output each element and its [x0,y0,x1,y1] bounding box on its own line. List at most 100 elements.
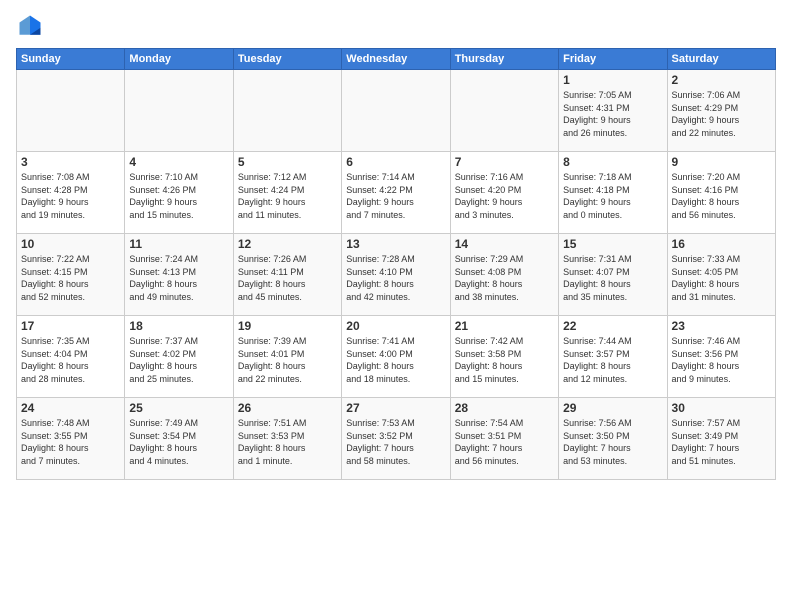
day-number: 13 [346,237,445,251]
day-number: 6 [346,155,445,169]
calendar-cell: 29 Sunrise: 7:56 AM Sunset: 3:50 PM Dayli… [559,398,667,480]
week-row: 1Sunrise: 7:05 AM Sunset: 4:31 PM Daylig… [17,70,776,152]
week-row: 10Sunrise: 7:22 AM Sunset: 4:15 PM Dayli… [17,234,776,316]
day-number: 7 [455,155,554,169]
calendar-cell: 17 Sunrise: 7:35 AM Sunset: 4:04 PM Dayli… [17,316,125,398]
calendar-cell: 28Sunrise: 7:54 AM Sunset: 3:51 PM Dayli… [450,398,558,480]
day-number: 5 [238,155,337,169]
calendar-cell: 20 Sunrise: 7:41 AM Sunset: 4:00 PM Dayli… [342,316,450,398]
calendar-cell: 15 Sunrise: 7:31 AM Sunset: 4:07 PM Dayli… [559,234,667,316]
day-info: Sunrise: 7:24 AM Sunset: 4:13 PM Dayligh… [129,253,228,303]
weekday-header-sunday: Sunday [17,49,125,70]
day-info: Sunrise: 7:56 AM Sunset: 3:50 PM Dayligh… [563,417,662,467]
calendar-cell: 3 Sunrise: 7:08 AM Sunset: 4:28 PM Daylig… [17,152,125,234]
day-number: 14 [455,237,554,251]
day-info: Sunrise: 7:35 AM Sunset: 4:04 PM Dayligh… [21,335,120,385]
calendar-cell: 30 Sunrise: 7:57 AM Sunset: 3:49 PM Dayli… [667,398,775,480]
day-number: 30 [672,401,771,415]
weekday-header-friday: Friday [559,49,667,70]
day-info: Sunrise: 7:41 AM Sunset: 4:00 PM Dayligh… [346,335,445,385]
day-number: 25 [129,401,228,415]
weekday-header-saturday: Saturday [667,49,775,70]
calendar-cell: 7 Sunrise: 7:16 AM Sunset: 4:20 PM Daylig… [450,152,558,234]
day-info: Sunrise: 7:37 AM Sunset: 4:02 PM Dayligh… [129,335,228,385]
week-row: 3 Sunrise: 7:08 AM Sunset: 4:28 PM Daylig… [17,152,776,234]
calendar-cell: 25 Sunrise: 7:49 AM Sunset: 3:54 PM Dayli… [125,398,233,480]
calendar-body: 1Sunrise: 7:05 AM Sunset: 4:31 PM Daylig… [17,70,776,480]
day-number: 22 [563,319,662,333]
calendar-cell: 5 Sunrise: 7:12 AM Sunset: 4:24 PM Daylig… [233,152,341,234]
day-number: 15 [563,237,662,251]
weekday-row: SundayMondayTuesdayWednesdayThursdayFrid… [17,49,776,70]
day-info: Sunrise: 7:26 AM Sunset: 4:11 PM Dayligh… [238,253,337,303]
day-info: Sunrise: 7:39 AM Sunset: 4:01 PM Dayligh… [238,335,337,385]
day-info: Sunrise: 7:54 AM Sunset: 3:51 PM Dayligh… [455,417,554,467]
calendar-cell: 18 Sunrise: 7:37 AM Sunset: 4:02 PM Dayli… [125,316,233,398]
calendar-cell [17,70,125,152]
day-info: Sunrise: 7:06 AM Sunset: 4:29 PM Dayligh… [672,89,771,139]
weekday-header-thursday: Thursday [450,49,558,70]
day-info: Sunrise: 7:33 AM Sunset: 4:05 PM Dayligh… [672,253,771,303]
day-info: Sunrise: 7:20 AM Sunset: 4:16 PM Dayligh… [672,171,771,221]
day-number: 20 [346,319,445,333]
day-info: Sunrise: 7:14 AM Sunset: 4:22 PM Dayligh… [346,171,445,221]
calendar-cell: 14 Sunrise: 7:29 AM Sunset: 4:08 PM Dayli… [450,234,558,316]
calendar-cell: 27 Sunrise: 7:53 AM Sunset: 3:52 PM Dayli… [342,398,450,480]
calendar-cell [125,70,233,152]
day-number: 18 [129,319,228,333]
calendar-cell: 6 Sunrise: 7:14 AM Sunset: 4:22 PM Daylig… [342,152,450,234]
day-number: 19 [238,319,337,333]
day-number: 2 [672,73,771,87]
day-info: Sunrise: 7:16 AM Sunset: 4:20 PM Dayligh… [455,171,554,221]
day-number: 23 [672,319,771,333]
day-info: Sunrise: 7:42 AM Sunset: 3:58 PM Dayligh… [455,335,554,385]
day-info: Sunrise: 7:57 AM Sunset: 3:49 PM Dayligh… [672,417,771,467]
calendar-cell: 23 Sunrise: 7:46 AM Sunset: 3:56 PM Dayli… [667,316,775,398]
day-number: 9 [672,155,771,169]
day-number: 16 [672,237,771,251]
day-info: Sunrise: 7:51 AM Sunset: 3:53 PM Dayligh… [238,417,337,467]
day-info: Sunrise: 7:44 AM Sunset: 3:57 PM Dayligh… [563,335,662,385]
calendar-cell: 19 Sunrise: 7:39 AM Sunset: 4:01 PM Dayli… [233,316,341,398]
calendar-cell: 9 Sunrise: 7:20 AM Sunset: 4:16 PM Daylig… [667,152,775,234]
week-row: 24Sunrise: 7:48 AM Sunset: 3:55 PM Dayli… [17,398,776,480]
day-info: Sunrise: 7:08 AM Sunset: 4:28 PM Dayligh… [21,171,120,221]
calendar-cell: 12Sunrise: 7:26 AM Sunset: 4:11 PM Dayli… [233,234,341,316]
calendar-cell: 26Sunrise: 7:51 AM Sunset: 3:53 PM Dayli… [233,398,341,480]
calendar-cell: 1Sunrise: 7:05 AM Sunset: 4:31 PM Daylig… [559,70,667,152]
day-number: 1 [563,73,662,87]
day-number: 21 [455,319,554,333]
day-number: 29 [563,401,662,415]
day-info: Sunrise: 7:10 AM Sunset: 4:26 PM Dayligh… [129,171,228,221]
day-number: 8 [563,155,662,169]
calendar-header: SundayMondayTuesdayWednesdayThursdayFrid… [17,49,776,70]
day-info: Sunrise: 7:46 AM Sunset: 3:56 PM Dayligh… [672,335,771,385]
calendar-cell: 11Sunrise: 7:24 AM Sunset: 4:13 PM Dayli… [125,234,233,316]
day-info: Sunrise: 7:31 AM Sunset: 4:07 PM Dayligh… [563,253,662,303]
day-number: 27 [346,401,445,415]
weekday-header-tuesday: Tuesday [233,49,341,70]
calendar-cell: 16 Sunrise: 7:33 AM Sunset: 4:05 PM Dayli… [667,234,775,316]
calendar-cell [342,70,450,152]
calendar-cell: 10Sunrise: 7:22 AM Sunset: 4:15 PM Dayli… [17,234,125,316]
calendar-cell [450,70,558,152]
calendar-cell: 8 Sunrise: 7:18 AM Sunset: 4:18 PM Daylig… [559,152,667,234]
day-info: Sunrise: 7:18 AM Sunset: 4:18 PM Dayligh… [563,171,662,221]
day-number: 17 [21,319,120,333]
week-row: 17 Sunrise: 7:35 AM Sunset: 4:04 PM Dayli… [17,316,776,398]
calendar-cell [233,70,341,152]
calendar-cell: 21 Sunrise: 7:42 AM Sunset: 3:58 PM Dayli… [450,316,558,398]
day-info: Sunrise: 7:53 AM Sunset: 3:52 PM Dayligh… [346,417,445,467]
day-number: 3 [21,155,120,169]
day-number: 24 [21,401,120,415]
weekday-header-wednesday: Wednesday [342,49,450,70]
logo-icon [16,12,44,40]
day-info: Sunrise: 7:49 AM Sunset: 3:54 PM Dayligh… [129,417,228,467]
calendar-cell: 4 Sunrise: 7:10 AM Sunset: 4:26 PM Daylig… [125,152,233,234]
day-info: Sunrise: 7:12 AM Sunset: 4:24 PM Dayligh… [238,171,337,221]
day-number: 10 [21,237,120,251]
day-info: Sunrise: 7:28 AM Sunset: 4:10 PM Dayligh… [346,253,445,303]
day-info: Sunrise: 7:29 AM Sunset: 4:08 PM Dayligh… [455,253,554,303]
page: SundayMondayTuesdayWednesdayThursdayFrid… [0,0,792,612]
day-number: 4 [129,155,228,169]
